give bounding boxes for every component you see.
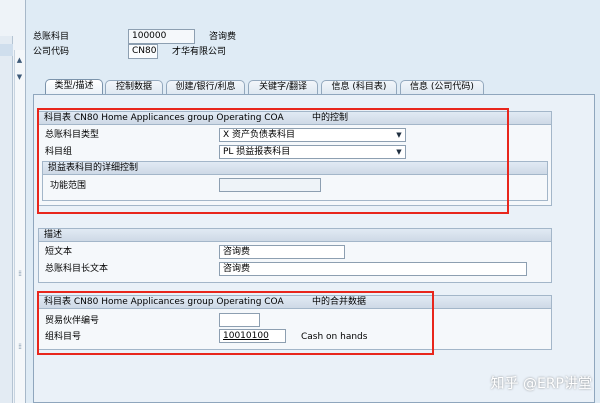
description-group-header: 描述: [39, 229, 551, 242]
splitter-grip-icon[interactable]: ⁞⁞: [15, 343, 24, 351]
tab-control-data[interactable]: 控制数据: [105, 80, 163, 95]
scroll-up-arrow-icon[interactable]: ▲: [15, 56, 24, 65]
company-code-label: 公司代码: [33, 47, 70, 57]
long-text-label: 总账科目长文本: [45, 264, 109, 274]
tab-info-chart-of-accounts[interactable]: 信息 (科目表): [321, 80, 397, 95]
short-text-input[interactable]: 咨询费: [219, 245, 345, 259]
splitter-grip-icon[interactable]: ⁞⁞: [15, 270, 24, 278]
highlight-box-control: [37, 108, 509, 214]
tab-create-bank-interest[interactable]: 创建/银行/利息: [166, 80, 245, 95]
company-name: 才华有限公司: [172, 47, 227, 57]
nav-tree-strip: [0, 36, 13, 403]
long-text-input[interactable]: 咨询费: [219, 262, 527, 276]
tab-keyword-translation[interactable]: 关键字/翻译: [248, 80, 318, 95]
gl-account-field[interactable]: 100000: [128, 29, 195, 44]
company-code-field[interactable]: CN80: [128, 44, 158, 59]
navigation-pane: ▲ ▼ ⁞⁞ ⁞⁞: [0, 0, 26, 403]
watermark: 知乎 @ERP讲堂: [490, 376, 592, 392]
short-text-label: 短文本: [45, 247, 73, 257]
highlight-box-consolidation: [37, 291, 434, 355]
scroll-down-arrow-icon[interactable]: ▼: [15, 73, 24, 82]
gl-account-description: 咨询费: [209, 32, 237, 42]
tab-info-company-code[interactable]: 信息 (公司代码): [400, 80, 484, 95]
gl-account-label: 总账科目: [33, 32, 70, 42]
nav-tree-selected-row[interactable]: [0, 44, 13, 56]
description-group-title: 描述: [44, 230, 63, 240]
